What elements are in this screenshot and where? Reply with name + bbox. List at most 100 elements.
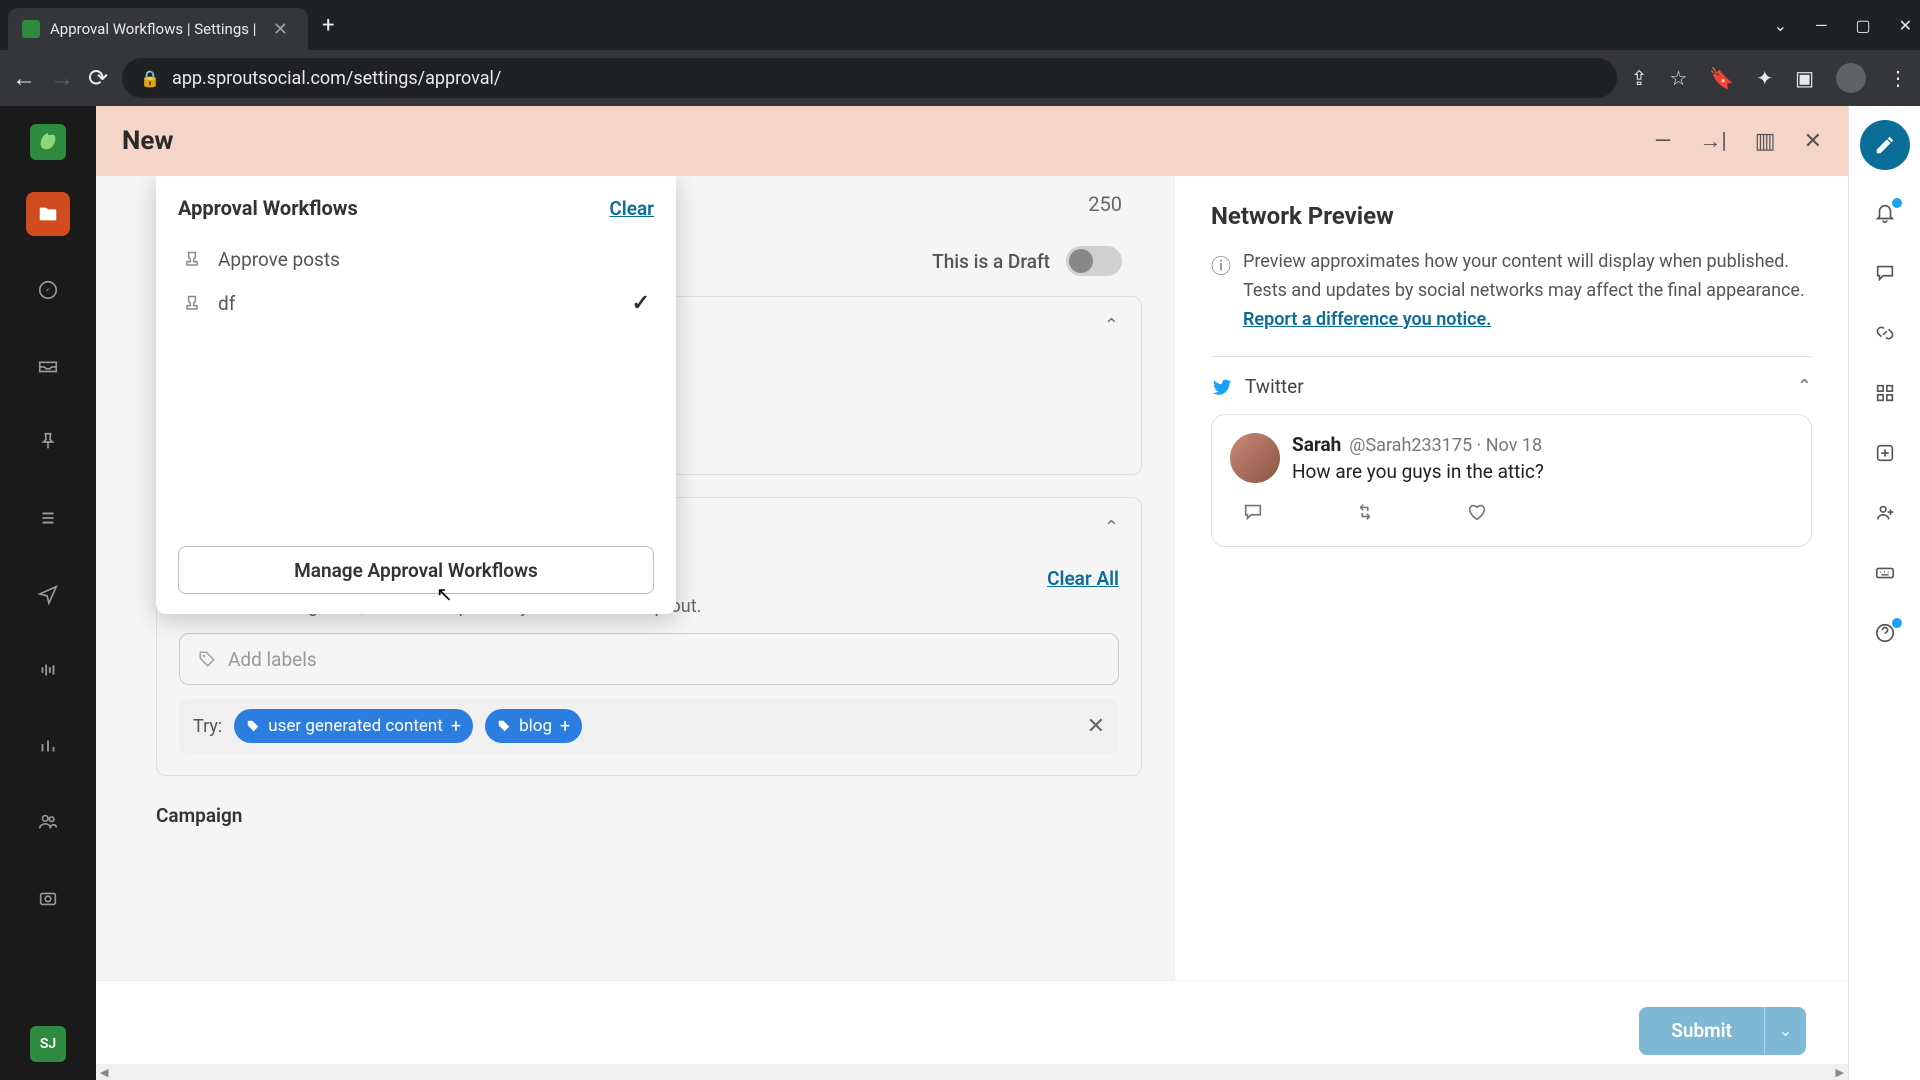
report-difference-link[interactable]: Report a difference you notice. — [1243, 309, 1491, 330]
tab-title: Approval Workflows | Settings | — [50, 20, 257, 38]
horizontal-scrollbar[interactable]: ◀ ▶ — [96, 1064, 1848, 1080]
chevron-up-icon: ⌃ — [1104, 315, 1119, 336]
retweet-icon[interactable] — [1354, 501, 1376, 528]
twitter-preview-header[interactable]: Twitter ⌃ — [1211, 375, 1812, 398]
share-icon[interactable]: ⇪ — [1631, 66, 1648, 90]
browser-tab[interactable]: Approval Workflows | Settings | ✕ — [8, 8, 308, 50]
preview-note: ⓘ Preview approximates how your content … — [1211, 248, 1812, 334]
nav-send[interactable] — [26, 572, 70, 616]
toggle-knob — [1069, 249, 1093, 273]
tweet-handle: @Sarah233175 · Nov 18 — [1349, 435, 1542, 456]
manage-workflows-button[interactable]: Manage Approval Workflows — [178, 546, 654, 594]
close-window-icon[interactable]: ✕ — [1899, 16, 1912, 35]
chevron-up-icon: ⌃ — [1104, 517, 1119, 538]
bookmark-icon[interactable]: ☆ — [1669, 66, 1687, 90]
add-user-icon[interactable] — [1874, 502, 1896, 530]
clear-all-link[interactable]: Clear All — [1047, 567, 1119, 590]
tag-icon — [497, 719, 511, 733]
workflow-option[interactable]: df ✓ — [178, 281, 654, 326]
tweet-text: How are you guys in the attic? — [1292, 460, 1793, 483]
right-rail — [1848, 106, 1920, 1080]
popover-clear-link[interactable]: Clear — [609, 197, 654, 220]
reply-icon[interactable] — [1242, 501, 1264, 528]
app-root: SJ New — →| ▥ ✕ 250 This is a Draft — [0, 106, 1920, 1080]
close-tab-icon[interactable]: ✕ — [267, 17, 294, 42]
browser-tab-strip: Approval Workflows | Settings | ✕ + ⌄ — … — [0, 0, 1920, 50]
back-button[interactable]: ← — [12, 64, 36, 93]
reload-button[interactable]: ⟳ — [88, 64, 108, 92]
nav-publishing[interactable] — [26, 192, 70, 236]
nav-camera[interactable] — [26, 876, 70, 920]
plus-icon: + — [560, 716, 570, 737]
preview-column: Network Preview ⓘ Preview approximates h… — [1174, 176, 1848, 980]
scroll-left-icon[interactable]: ◀ — [96, 1066, 112, 1079]
compose-fab[interactable] — [1860, 120, 1910, 170]
profile-avatar[interactable] — [1836, 63, 1866, 93]
nav-compass[interactable] — [26, 268, 70, 312]
close-compose-icon[interactable]: ✕ — [1804, 129, 1822, 154]
chip-label: user generated content — [268, 716, 443, 736]
nav-reports[interactable] — [26, 724, 70, 768]
compose-header: New — →| ▥ ✕ — [96, 106, 1848, 176]
maximize-icon[interactable]: ▢ — [1855, 16, 1870, 35]
scroll-right-icon[interactable]: ▶ — [1832, 1066, 1848, 1079]
send-icon — [37, 583, 59, 605]
chat-icon[interactable] — [1874, 262, 1896, 290]
notifications-icon[interactable] — [1874, 202, 1896, 230]
preview-note-text: Preview approximates how your content wi… — [1243, 248, 1812, 334]
notification-dot — [1892, 198, 1902, 208]
panels-icon[interactable]: ▥ — [1755, 129, 1776, 154]
keyboard-icon[interactable] — [1874, 562, 1896, 590]
compass-icon — [37, 279, 59, 301]
nav-list[interactable] — [26, 496, 70, 540]
dismiss-suggestions-icon[interactable]: ✕ — [1087, 714, 1105, 739]
twitter-icon — [1211, 376, 1233, 398]
stamp-icon — [182, 250, 202, 270]
help-icon[interactable] — [1874, 622, 1896, 650]
labels-placeholder: Add labels — [228, 648, 317, 671]
side-panel-icon[interactable]: ▣ — [1795, 66, 1814, 90]
link-icon[interactable] — [1874, 322, 1896, 350]
workflow-option[interactable]: Approve posts — [178, 238, 654, 281]
check-icon: ✓ — [632, 291, 650, 316]
tweet-preview-card: Sarah @Sarah233175 · Nov 18 How are you … — [1211, 414, 1812, 547]
popover-header: Approval Workflows Clear — [178, 196, 654, 220]
url-field[interactable]: 🔒 app.sproutsocial.com/settings/approval… — [122, 58, 1617, 98]
stamp-icon — [182, 294, 202, 314]
url-text: app.sproutsocial.com/settings/approval/ — [172, 68, 501, 89]
plus-icon: + — [451, 716, 461, 737]
draft-toggle[interactable] — [1066, 246, 1122, 276]
user-avatar[interactable]: SJ — [30, 1026, 66, 1062]
tag-icon[interactable]: 🔖 — [1709, 66, 1734, 90]
compose-icon — [1874, 134, 1896, 156]
apps-icon[interactable] — [1874, 382, 1896, 410]
menu-icon[interactable]: ⋮ — [1888, 66, 1908, 90]
extensions-icon[interactable]: ✦ — [1756, 66, 1773, 90]
leaf-icon — [37, 131, 59, 153]
submit-dropdown[interactable]: ⌄ — [1764, 1007, 1806, 1055]
list-icon — [37, 507, 59, 529]
suggested-chip[interactable]: blog + — [485, 709, 582, 743]
app-logo[interactable] — [30, 124, 66, 160]
minimize-compose-icon[interactable]: — — [1654, 129, 1671, 154]
submit-button[interactable]: Submit — [1639, 1007, 1764, 1055]
suggested-chip[interactable]: user generated content + — [234, 709, 473, 743]
nav-people[interactable] — [26, 800, 70, 844]
labels-input[interactable]: Add labels — [179, 633, 1119, 685]
try-label: Try: — [193, 716, 222, 737]
minimize-icon[interactable]: — — [1815, 16, 1828, 35]
new-tab-button[interactable]: + — [322, 13, 334, 38]
chart-icon — [37, 735, 59, 757]
tabs-dropdown-icon[interactable]: ⌄ — [1774, 16, 1787, 35]
nav-pin[interactable] — [26, 420, 70, 464]
expand-right-icon[interactable]: →| — [1699, 128, 1726, 154]
tweet-avatar — [1230, 433, 1280, 483]
address-bar: ← → ⟳ 🔒 app.sproutsocial.com/settings/ap… — [0, 50, 1920, 106]
char-counter: 250 — [1088, 192, 1122, 216]
nav-inbox[interactable] — [26, 344, 70, 388]
inbox-icon — [37, 355, 59, 377]
like-icon[interactable] — [1466, 501, 1488, 528]
chip-label: blog — [519, 716, 552, 736]
add-icon[interactable] — [1874, 442, 1896, 470]
nav-audio[interactable] — [26, 648, 70, 692]
